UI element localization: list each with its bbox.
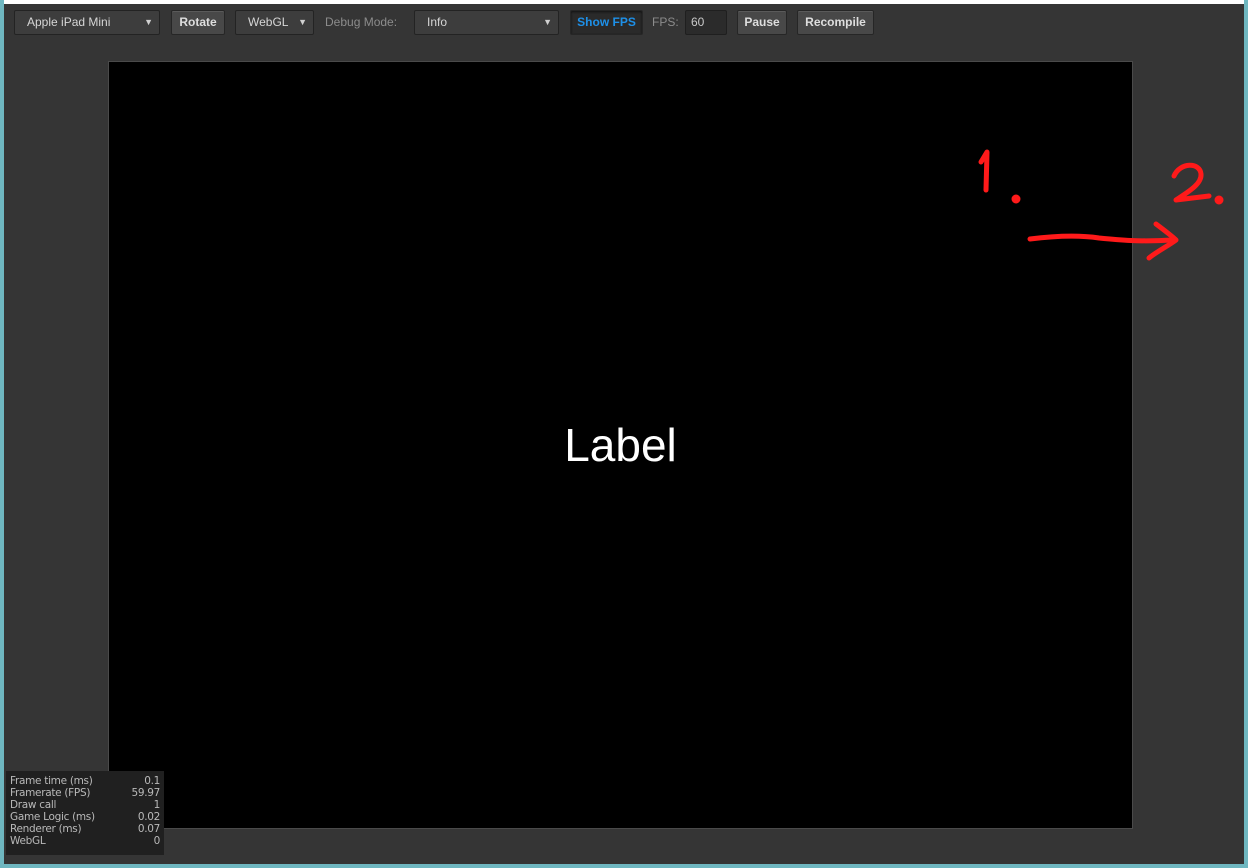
- stat-name: Game Logic (ms): [10, 811, 95, 823]
- stat-row: Game Logic (ms) 0.02: [10, 811, 160, 823]
- stat-name: Frame time (ms): [10, 775, 93, 787]
- renderer-select-value: WebGL: [248, 15, 289, 29]
- pause-button[interactable]: Pause: [737, 10, 787, 35]
- game-canvas[interactable]: Label: [108, 61, 1133, 829]
- stat-row: Draw call 1: [10, 799, 160, 811]
- stage-label: Label: [564, 419, 677, 471]
- stat-name: Framerate (FPS): [10, 787, 91, 799]
- device-select[interactable]: Apple iPad Mini ▼: [14, 10, 160, 35]
- chevron-down-icon: ▼: [144, 17, 153, 27]
- stat-row: Framerate (FPS) 59.97: [10, 787, 160, 799]
- stat-name: Draw call: [10, 799, 57, 811]
- fps-input[interactable]: 60: [685, 10, 727, 35]
- show-fps-toggle[interactable]: Show FPS: [570, 10, 643, 35]
- annotation-digit-2: [1171, 162, 1212, 203]
- chevron-down-icon: ▼: [543, 17, 552, 27]
- debug-mode-label: Debug Mode:: [325, 15, 398, 29]
- rotate-button[interactable]: Rotate: [171, 10, 225, 35]
- annotation-arrow-head: [1146, 221, 1179, 261]
- debug-mode-select[interactable]: Info ▼: [414, 10, 559, 35]
- annotation-dot-2: [1214, 195, 1224, 205]
- stat-value: 59.97: [131, 787, 160, 799]
- debug-mode-select-value: Info: [427, 15, 448, 29]
- stat-name: WebGL: [10, 835, 46, 847]
- chevron-down-icon: ▼: [298, 17, 307, 27]
- stat-row: Frame time (ms) 0.1: [10, 775, 160, 787]
- recompile-button[interactable]: Recompile: [797, 10, 874, 35]
- simulator-window: Apple iPad Mini ▼ Rotate WebGL ▼ Debug M…: [0, 0, 1248, 868]
- toolbar: Apple iPad Mini ▼ Rotate WebGL ▼ Debug M…: [14, 10, 1234, 36]
- stat-value: 0: [153, 835, 161, 847]
- fps-stats-panel: Frame time (ms) 0.1 Framerate (FPS) 59.9…: [6, 771, 164, 855]
- stat-value: 0.1: [144, 775, 160, 787]
- window-top-edge: [4, 0, 1244, 4]
- stat-value: 1: [153, 799, 161, 811]
- device-select-value: Apple iPad Mini: [27, 15, 111, 29]
- stat-value: 0.07: [137, 823, 160, 835]
- stat-row: WebGL 0: [10, 835, 160, 847]
- stat-value: 0.02: [137, 811, 160, 823]
- stat-row: Renderer (ms) 0.07: [10, 823, 160, 835]
- fps-label: FPS:: [652, 15, 679, 29]
- renderer-select[interactable]: WebGL ▼: [235, 10, 314, 35]
- stat-name: Renderer (ms): [10, 823, 82, 835]
